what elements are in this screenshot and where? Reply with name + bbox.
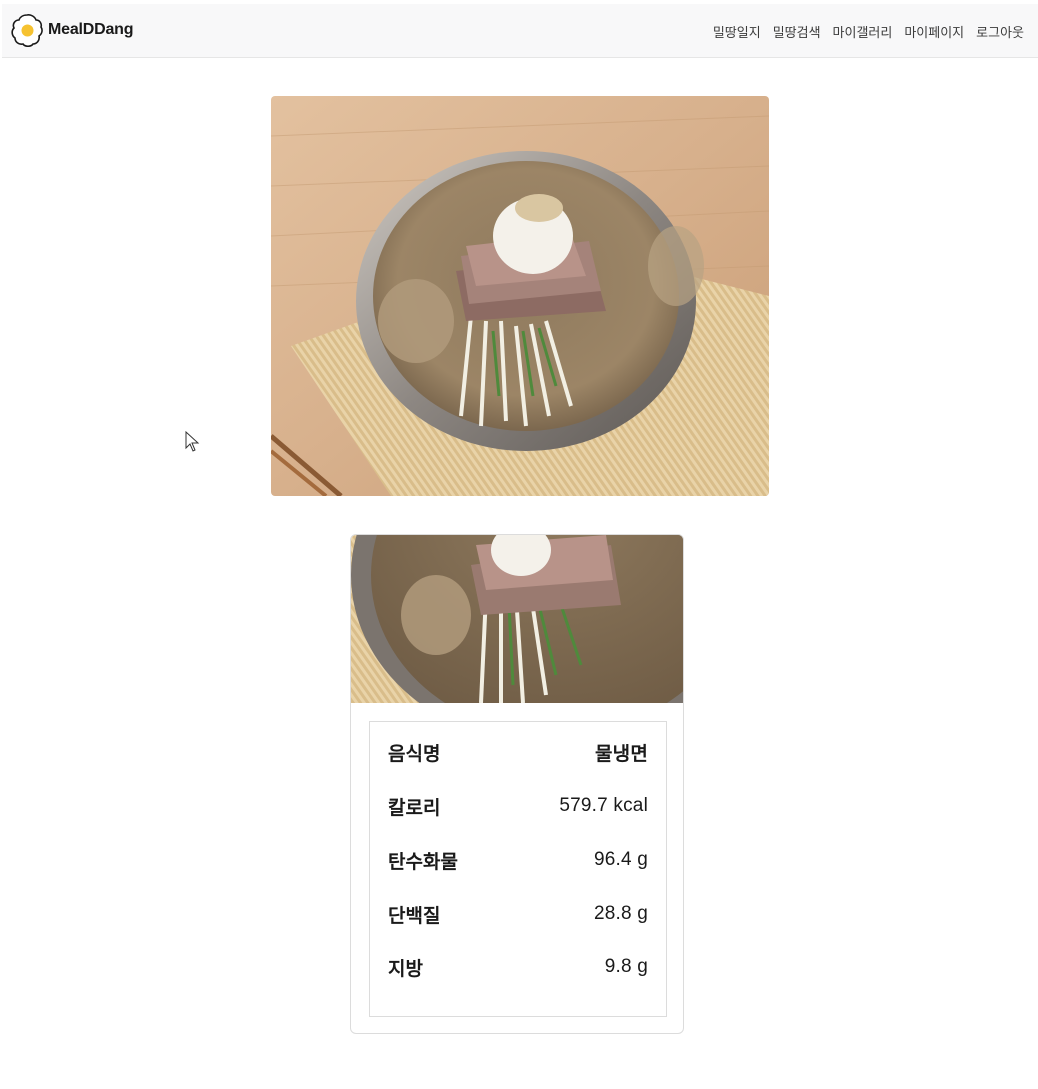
top-navbar: MealDDang 밀땅일지 밀땅검색 마이갤러리 마이페이지 로그아웃	[2, 4, 1038, 58]
brand-link[interactable]: MealDDang	[11, 13, 134, 47]
nutrition-row-food-name: 음식명 물냉면	[388, 740, 648, 765]
nutrition-row-carbs: 탄수화물 96.4 g	[388, 848, 648, 873]
naengmyeon-thumb	[351, 535, 683, 703]
nutrition-row-fat: 지방 9.8 g	[388, 955, 648, 980]
nav-item-logout[interactable]: 로그아웃	[976, 22, 1024, 41]
nav-item-mypage[interactable]: 마이페이지	[904, 22, 964, 41]
food-photo-thumb	[351, 535, 683, 703]
nav-item-search[interactable]: 밀땅검색	[773, 22, 821, 41]
nutrition-value: 9.8 g	[604, 956, 648, 977]
nutrition-table: 음식명 물냉면 칼로리 579.7 kcal 탄수화물 96.4 g 단백질 2…	[369, 721, 667, 1017]
fried-egg-icon	[11, 14, 43, 47]
nutrition-label: 지방	[388, 958, 423, 980]
nav-item-gallery[interactable]: 마이갤러리	[833, 22, 893, 41]
nutrition-value: 28.8 g	[593, 903, 648, 924]
brand-name: MealDDang	[48, 21, 134, 38]
nav-menu: 밀땅일지 밀땅검색 마이갤러리 마이페이지 로그아웃	[713, 22, 1024, 41]
nav-item-diary[interactable]: 밀땅일지	[713, 22, 761, 41]
nutrition-value: 96.4 g	[593, 849, 648, 870]
nutrition-row-calories: 칼로리 579.7 kcal	[388, 794, 648, 819]
nutrition-row-protein: 단백질 28.8 g	[388, 902, 648, 927]
naengmyeon-photo	[271, 96, 769, 496]
mouse-cursor-icon	[185, 431, 200, 452]
nutrition-label: 칼로리	[388, 797, 441, 819]
nutrition-value: 579.7 kcal	[559, 795, 648, 816]
nutrition-label: 탄수화물	[388, 851, 458, 873]
food-card: 음식명 물냉면 칼로리 579.7 kcal 탄수화물 96.4 g 단백질 2…	[350, 534, 684, 1034]
nutrition-label: 음식명	[388, 743, 441, 765]
food-photo-large	[271, 96, 769, 496]
nutrition-label: 단백질	[388, 905, 441, 927]
nutrition-value: 물냉면	[594, 743, 648, 765]
